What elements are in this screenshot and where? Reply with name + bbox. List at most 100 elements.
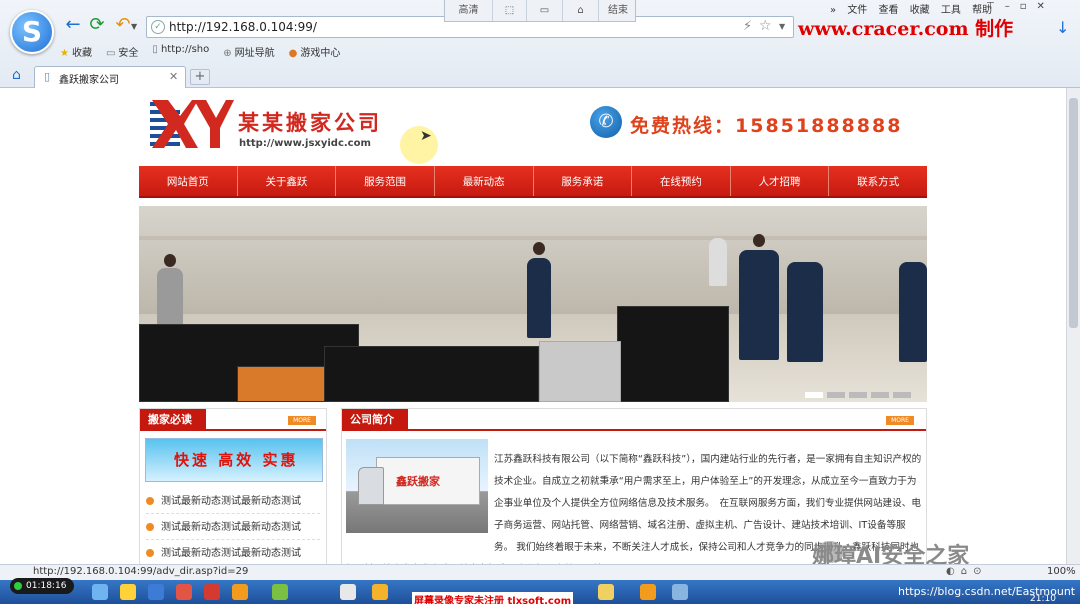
- slide-dot[interactable]: [893, 392, 911, 398]
- favorite-item[interactable]: ▯ http://sho: [152, 44, 209, 60]
- lightning-icon[interactable]: ⚡: [743, 19, 752, 34]
- mouse-cursor-icon: ➤: [420, 128, 432, 144]
- app-icon[interactable]: [598, 584, 614, 600]
- nav-about[interactable]: 关于鑫跃: [238, 166, 337, 196]
- page-viewport: 某某搬家公司 http://www.jsxyidc.com ➤ ✆ 免费热线：1…: [0, 88, 1080, 564]
- bullet-icon: [146, 549, 154, 557]
- favorite-item[interactable]: ● 游戏中心: [289, 44, 341, 60]
- vertical-scrollbar[interactable]: [1066, 88, 1080, 564]
- finish-button[interactable]: 结束: [599, 0, 637, 21]
- company-url: http://www.jsxyidc.com: [239, 138, 371, 149]
- app-icon[interactable]: [340, 584, 356, 600]
- float-spacer: [344, 449, 494, 545]
- home-icon[interactable]: ⌂: [563, 0, 599, 21]
- recording-timer: 01:18:16: [10, 578, 74, 594]
- more-button[interactable]: MORE: [886, 416, 914, 425]
- recorder-label: 屏幕录像专家未注册 tlxsoft.com: [412, 592, 574, 604]
- refresh-icon[interactable]: ⟳: [86, 14, 108, 36]
- slide-dot[interactable]: [805, 392, 823, 398]
- worker-figure: [157, 268, 183, 326]
- orange-case: [237, 366, 325, 402]
- worker-head: [533, 242, 545, 255]
- new-tab-button[interactable]: +: [190, 69, 210, 85]
- banner-photo[interactable]: [139, 206, 927, 402]
- secure-icon: ✓: [151, 20, 165, 34]
- favorite-item[interactable]: ⊕ 网址导航: [223, 44, 274, 60]
- star-icon: ★: [60, 48, 69, 59]
- app-icon[interactable]: [232, 584, 248, 600]
- worker-figure: [787, 262, 823, 362]
- window-icon[interactable]: ▭: [527, 0, 563, 21]
- status-icons[interactable]: ◐⌂⊙: [946, 566, 987, 577]
- slide-dot[interactable]: [849, 392, 867, 398]
- worker-figure: [739, 250, 779, 360]
- star-icon[interactable]: ☆: [759, 18, 772, 34]
- chevron-down-icon[interactable]: ▼: [131, 22, 137, 31]
- game-icon: ●: [288, 48, 298, 59]
- worker-figure: [709, 238, 727, 286]
- nav-contact[interactable]: 联系方式: [829, 166, 927, 196]
- nav-jobs[interactable]: 人才招聘: [731, 166, 830, 196]
- address-input[interactable]: http://192.168.0.104:99/: [169, 20, 317, 34]
- favorites-bar: ★ 收藏 ▭ 安全 ▯ http://sho ⊕ 网址导航 ● 游戏中心: [60, 44, 340, 60]
- equipment-case: [617, 306, 729, 402]
- slider-dots[interactable]: [805, 392, 911, 398]
- promo-banner[interactable]: 快速 高效 实惠: [145, 438, 323, 482]
- nav-promise[interactable]: 服务承诺: [534, 166, 633, 196]
- hd-button[interactable]: 高清: [445, 0, 493, 21]
- browser-logo-icon[interactable]: S: [10, 10, 54, 54]
- app-icon[interactable]: [204, 584, 220, 600]
- app-icon[interactable]: [120, 584, 136, 600]
- folder-icon: ▭: [105, 48, 116, 59]
- nav-booking[interactable]: 在线预约: [632, 166, 731, 196]
- back-icon[interactable]: ←: [62, 14, 84, 36]
- more-button[interactable]: MORE: [288, 416, 316, 425]
- page-icon: ▯: [44, 70, 51, 83]
- promo-text: 快速 高效 实惠: [174, 451, 299, 469]
- tab-title: 鑫跃搬家公司: [59, 75, 119, 86]
- window-controls[interactable]: ⊤–▫✕: [986, 1, 1055, 12]
- bullet-icon: [146, 523, 154, 531]
- app-icon[interactable]: [672, 584, 688, 600]
- favorite-item[interactable]: ★ 收藏: [60, 44, 92, 60]
- nav-news[interactable]: 最新动态: [435, 166, 534, 196]
- nav-services[interactable]: 服务范围: [336, 166, 435, 196]
- record-dot-icon: [14, 582, 22, 590]
- close-icon[interactable]: ✕: [169, 70, 178, 83]
- favorite-item[interactable]: ▭ 安全: [106, 44, 138, 60]
- scroll-thumb[interactable]: [1069, 98, 1078, 328]
- guide-panel: 搬家必读 MORE 快速 高效 实惠 测试最新动态测试最新动态测试 测试最新动态…: [139, 408, 327, 564]
- chevron-down-icon[interactable]: ▼: [779, 22, 785, 31]
- app-icon[interactable]: [272, 584, 288, 600]
- worker-figure: [527, 258, 551, 338]
- worker-head: [753, 234, 765, 247]
- news-item[interactable]: 测试最新动态测试最新动态测试: [146, 518, 320, 540]
- slide-dot[interactable]: [871, 392, 889, 398]
- bullet-icon: [146, 497, 154, 505]
- company-name: 某某搬家公司: [238, 111, 382, 135]
- news-item[interactable]: 测试最新动态测试最新动态测试: [146, 492, 320, 514]
- browser-chrome: S ← ⟳ ↶ ▼ ✓ http://192.168.0.104:99/ ⚡ ☆…: [0, 0, 1080, 88]
- app-icon[interactable]: [176, 584, 192, 600]
- status-url: http://192.168.0.104:99/adv_dir.asp?id=2…: [33, 566, 249, 577]
- app-icon[interactable]: [92, 584, 108, 600]
- csdn-watermark: https://blog.csdn.net/Eastmount: [898, 585, 1076, 598]
- news-item[interactable]: 测试最新动态测试最新动态测试: [146, 544, 320, 564]
- slide-dot[interactable]: [827, 392, 845, 398]
- phone-icon: ✆: [590, 106, 622, 138]
- page-icon: ▯: [152, 44, 158, 55]
- app-icon[interactable]: [148, 584, 164, 600]
- nav-home[interactable]: 网站首页: [139, 166, 238, 196]
- cursor-highlight: [400, 126, 438, 164]
- profile-panel-title: 公司简介: [342, 409, 408, 431]
- home-icon[interactable]: ⌂: [12, 67, 21, 83]
- app-icon[interactable]: [372, 584, 388, 600]
- tab-active[interactable]: ▯ 鑫跃搬家公司 ✕: [34, 66, 186, 88]
- wrapped-case: [539, 341, 621, 402]
- guide-panel-title: 搬家必读: [140, 409, 206, 431]
- download-icon[interactable]: ↓: [1056, 18, 1069, 37]
- region-icon[interactable]: ⬚: [493, 0, 527, 21]
- zoom-level[interactable]: 100%: [1047, 566, 1076, 577]
- app-icon[interactable]: [640, 584, 656, 600]
- wall-stripe: [139, 236, 927, 240]
